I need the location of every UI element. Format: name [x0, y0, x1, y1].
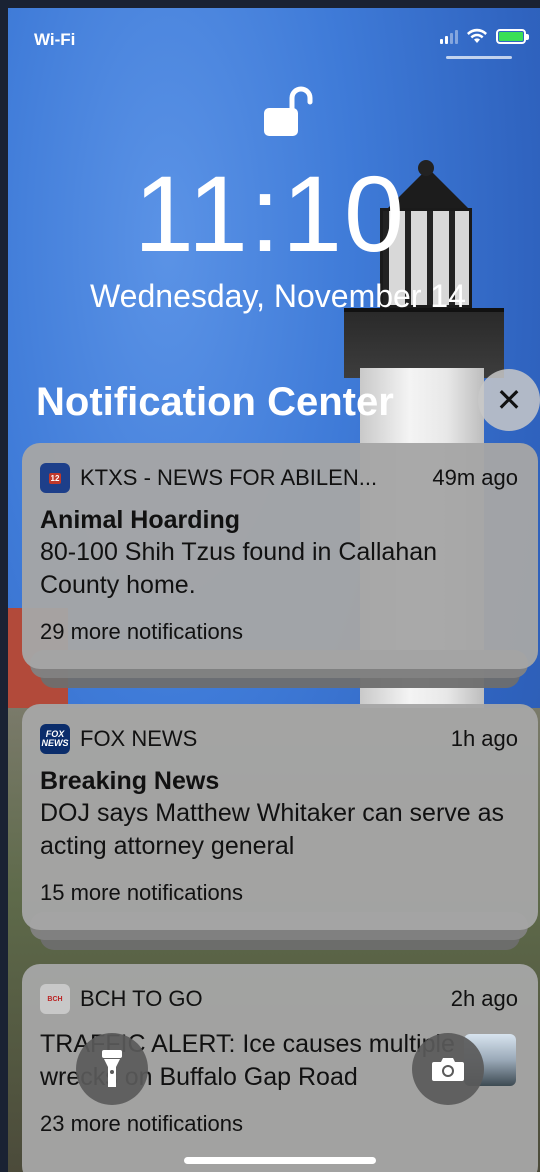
ktxs-app-icon: 12 — [40, 463, 70, 493]
notification-title: Animal Hoarding — [40, 506, 241, 534]
unlocked-padlock-icon — [264, 86, 313, 136]
notification-time: 1h ago — [450, 726, 518, 751]
home-indicator[interactable] — [184, 1157, 376, 1164]
notification-app-name: BCH TO GO — [80, 986, 203, 1011]
notification-center-title: Notification Center — [36, 380, 394, 424]
status-carrier-label: Wi-Fi — [34, 30, 76, 49]
notification-time: 2h ago — [450, 986, 518, 1011]
fox-news-app-icon: FOX NEWS — [40, 724, 70, 754]
lock-screen-time: 11:10 — [133, 153, 407, 274]
notification-app-name: FOX NEWS — [80, 726, 198, 751]
flashlight-button[interactable] — [76, 1033, 148, 1105]
notification-body: 80-100 Shih Tzus found in Callahan Count… — [40, 538, 438, 599]
status-icons — [440, 28, 529, 44]
notification-more-count: 23 more notifications — [40, 1111, 243, 1136]
notification-body: DOJ says Matthew Whitaker can serve as a… — [40, 799, 505, 860]
notification-more-count: 15 more notifications — [40, 880, 243, 906]
flashlight-icon — [102, 1050, 122, 1087]
notification-card-fox-news[interactable]: FOX NEWS FOX NEWS 1h ago Breaking News DO… — [22, 704, 538, 930]
bch-to-go-app-icon: BCH — [40, 984, 70, 1014]
camera-icon — [432, 1058, 464, 1081]
notification-more-count: 29 more notifications — [40, 619, 243, 645]
notification-card-ktxs[interactable]: 12 KTXS - NEWS FOR ABILEN... 49m ago Ani… — [22, 443, 538, 669]
lock-screen-date: Wednesday, November 14 — [90, 278, 466, 314]
cellular-signal-icon — [440, 28, 458, 44]
close-icon: ✕ — [495, 382, 523, 418]
control-center-grabber[interactable] — [446, 56, 512, 59]
notification-time: 49m ago — [432, 465, 518, 490]
clear-notifications-button[interactable]: ✕ — [478, 369, 540, 431]
battery-charging-icon — [496, 28, 529, 44]
camera-button[interactable] — [412, 1033, 484, 1105]
wifi-icon — [467, 28, 487, 43]
notification-app-name: KTXS - NEWS FOR ABILEN... — [80, 465, 378, 490]
notification-title: Breaking News — [40, 767, 220, 795]
